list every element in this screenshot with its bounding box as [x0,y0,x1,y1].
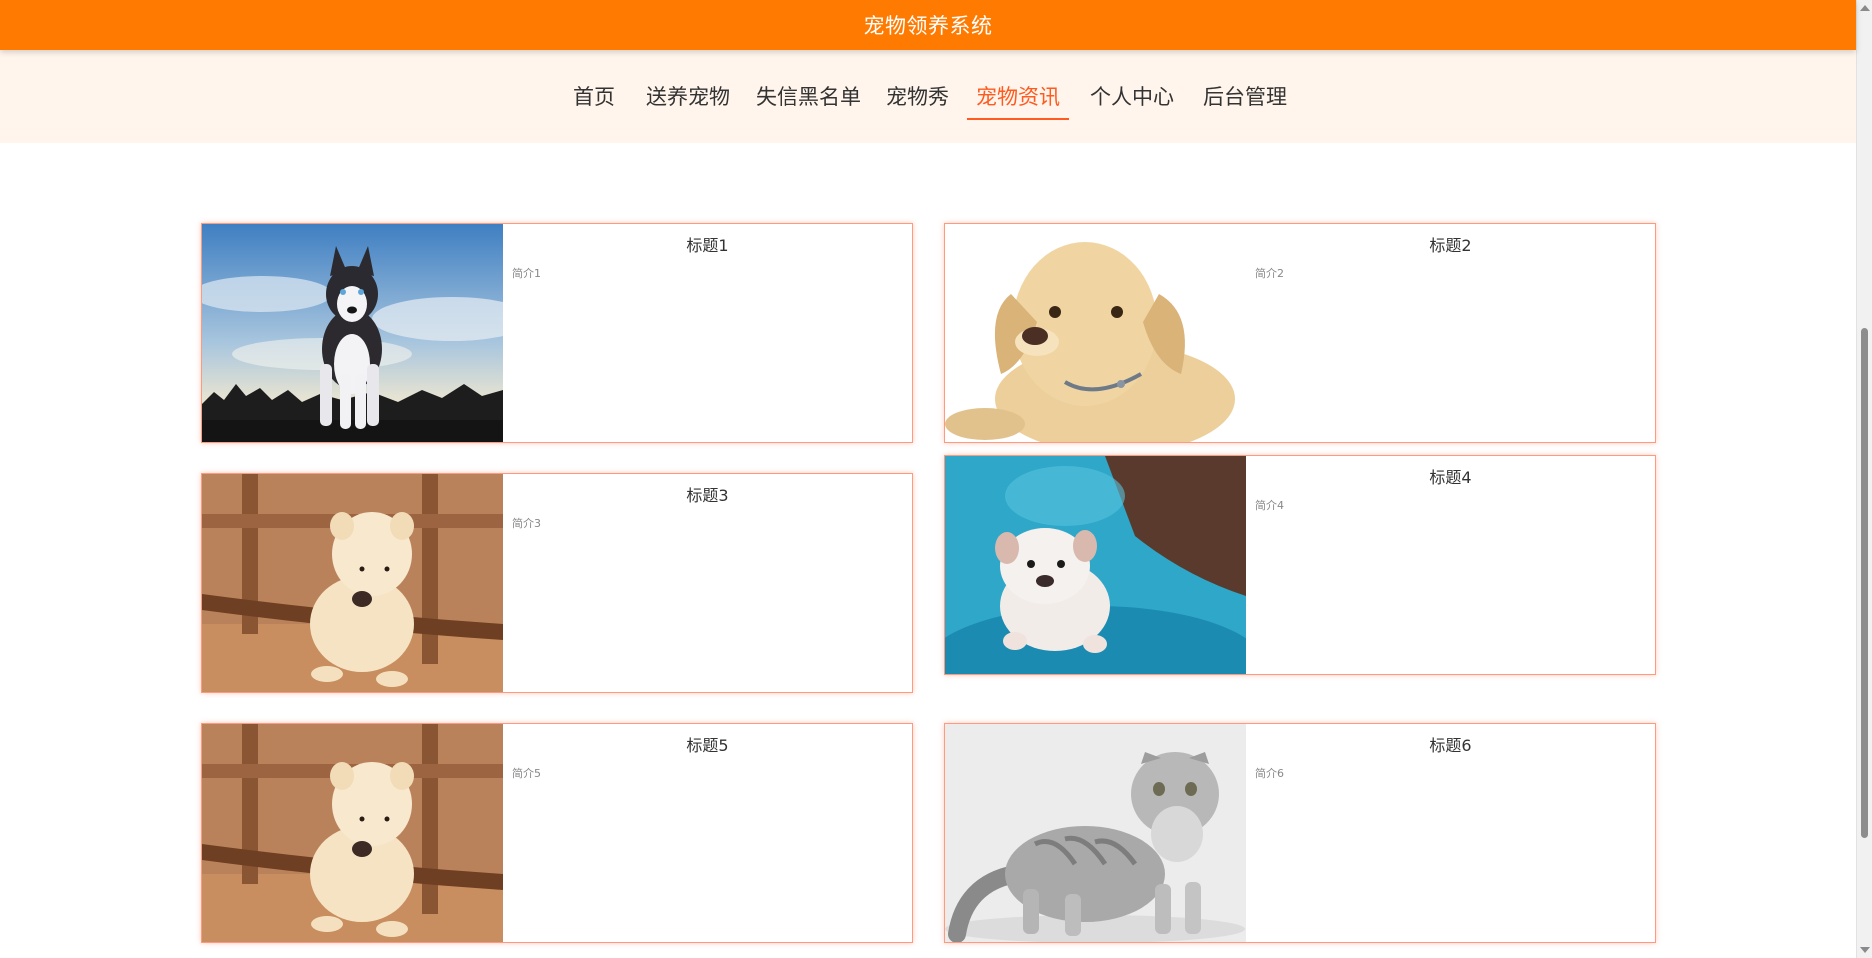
tabby-cat-image [945,724,1246,942]
fluffy-puppy-image [202,474,503,692]
scroll-up-arrow-icon[interactable] [1860,5,1870,11]
news-card-title: 标题4 [1429,468,1472,487]
main-nav: 首页 送养宠物 失信黑名单 宠物秀 宠物资讯 个人中心 后台管理 [0,50,1856,143]
labrador-puppy-image [945,224,1246,442]
nav-item-blacklist[interactable]: 失信黑名单 [756,80,861,118]
news-card[interactable]: 标题3 简介3 [201,473,913,693]
husky-dog-image [202,224,503,442]
top-header: 宠物领养系统 [0,0,1856,50]
news-card-title: 标题3 [686,486,729,505]
news-card-intro: 简介1 [512,267,541,280]
news-card[interactable]: 标题6 简介6 [944,723,1656,943]
news-card[interactable]: 标题1 简介1 [201,223,913,443]
vertical-scrollbar[interactable] [1856,0,1872,958]
scroll-down-arrow-icon[interactable] [1860,947,1870,953]
site-title: 宠物领养系统 [863,14,993,38]
news-card-title: 标题6 [1429,736,1472,755]
nav-item-pet-show[interactable]: 宠物秀 [886,80,949,118]
nav-item-personal-center[interactable]: 个人中心 [1090,80,1174,118]
nav-item-rehome-pet[interactable]: 送养宠物 [646,80,730,118]
nav-item-pet-news[interactable]: 宠物资讯 [967,80,1069,120]
news-card[interactable]: 标题4 简介4 [944,455,1656,675]
news-card-title: 标题5 [686,736,729,755]
news-card[interactable]: 标题5 简介5 [201,723,913,943]
news-card-intro: 简介6 [1255,767,1284,780]
news-card-intro: 简介5 [512,767,541,780]
nav-item-home[interactable]: 首页 [573,80,615,118]
nav-item-admin[interactable]: 后台管理 [1203,80,1287,118]
bulldog-puppy-image [945,456,1246,674]
news-card[interactable]: 标题2 简介2 [944,223,1656,443]
news-card-title: 标题1 [686,236,729,255]
news-card-intro: 简介4 [1255,499,1284,512]
scrollbar-thumb[interactable] [1861,328,1868,838]
news-card-intro: 简介3 [512,517,541,530]
news-card-title: 标题2 [1429,236,1472,255]
fluffy-puppy-image [202,724,503,942]
news-card-intro: 简介2 [1255,267,1284,280]
page: 宠物领养系统 首页 送养宠物 失信黑名单 宠物秀 宠物资讯 个人中心 后台管理 [0,0,1872,958]
